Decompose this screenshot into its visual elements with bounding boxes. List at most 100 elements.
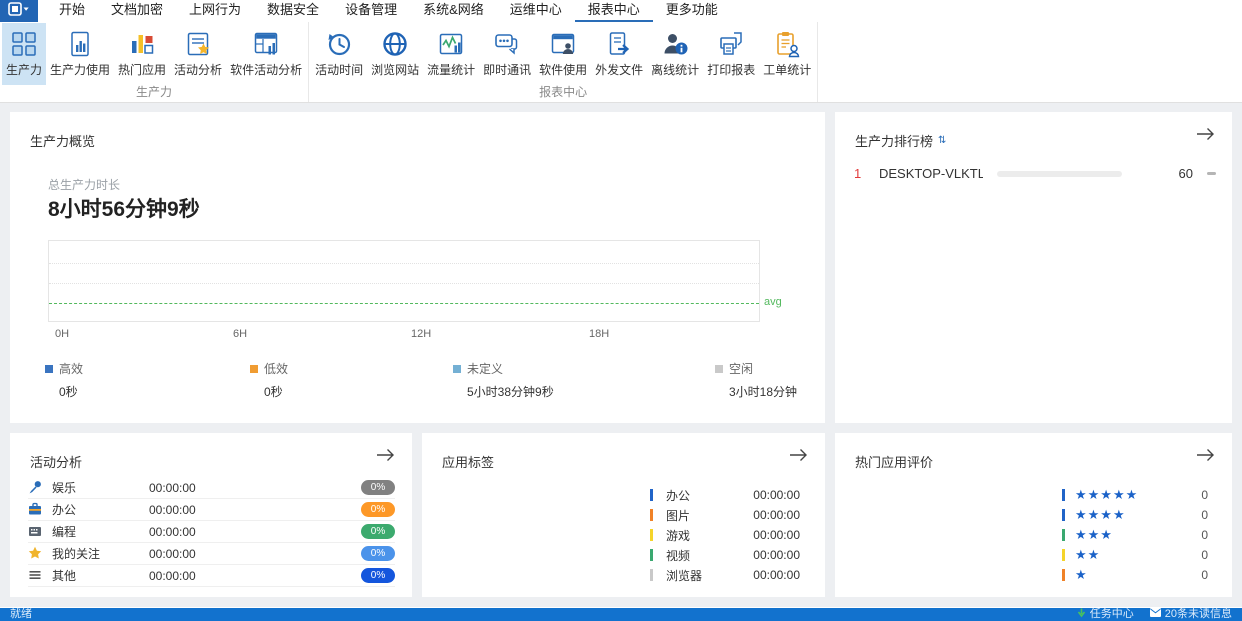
legend-value: 0秒 bbox=[264, 385, 283, 399]
ribbon-button-outgoing-files[interactable]: 外发文件 bbox=[591, 23, 647, 85]
panel-more-arrow[interactable] bbox=[1196, 127, 1216, 143]
ranking-row[interactable]: 1 DESKTOP-VLKTL... 60 bbox=[851, 166, 1216, 181]
panel-productivity-ranking: 生产力排行榜 ⇅ 1 DESKTOP-VLKTL... 60 bbox=[835, 112, 1232, 423]
panel-more-arrow[interactable] bbox=[376, 448, 396, 464]
legend-value: 0秒 bbox=[59, 385, 78, 399]
ribbon-button-label: 生产力 bbox=[6, 63, 43, 77]
menu-tab-device-management[interactable]: 设备管理 bbox=[332, 0, 410, 22]
panel-more-arrow[interactable] bbox=[789, 448, 809, 464]
panel-app-tags: 应用标签 办公 00:00:00 图片 00:00:00 游戏 00:00:00… bbox=[422, 433, 825, 597]
activity-percent-badge: 0% bbox=[361, 546, 395, 561]
chart-gridline bbox=[49, 263, 759, 265]
traffic-chart-icon bbox=[437, 30, 465, 58]
app-window: 开始 文档加密 上网行为 数据安全 设备管理 系统&网络 运维中心 报表中心 更… bbox=[0, 0, 1242, 621]
user-info-icon bbox=[661, 30, 689, 58]
score-value: 60 bbox=[1178, 166, 1193, 181]
ribbon-button-label: 流量统计 bbox=[427, 63, 476, 77]
menu-tab-ops-center[interactable]: 运维中心 bbox=[497, 0, 575, 22]
panel-title: 生产力概览 bbox=[30, 134, 96, 149]
activity-row-other[interactable]: 其他 00:00:00 0% bbox=[28, 565, 395, 587]
legend-swatch bbox=[715, 364, 723, 373]
ribbon-button-activity-time[interactable]: 活动时间 bbox=[311, 23, 367, 85]
ribbon-group-label: 生产力 bbox=[136, 85, 173, 99]
ribbon-button-hot-apps[interactable]: 热门应用 bbox=[114, 23, 170, 85]
activity-row-entertainment[interactable]: 娱乐 00:00:00 0% bbox=[28, 477, 395, 499]
rating-row-3-stars[interactable]: ★★★ 0 bbox=[1062, 525, 1208, 545]
app-tag-row-browser[interactable]: 浏览器 00:00:00 bbox=[650, 565, 800, 585]
globe-icon bbox=[381, 30, 409, 58]
menu-tab-report-center[interactable]: 报表中心 bbox=[574, 0, 653, 22]
rating-row-4-stars[interactable]: ★★★★ 0 bbox=[1062, 505, 1208, 525]
ribbon-button-browse-websites[interactable]: 浏览网站 bbox=[367, 23, 423, 85]
activity-percent-badge: 0% bbox=[361, 524, 395, 539]
rating-row-2-stars[interactable]: ★★ 0 bbox=[1062, 545, 1208, 565]
ribbon-button-label: 软件使用 bbox=[539, 63, 588, 77]
rating-count: 0 bbox=[1201, 528, 1208, 542]
legend-item-undefined: 未定义 5小时38分钟9秒 bbox=[453, 360, 554, 400]
ribbon-button-productivity-usage[interactable]: 生产力使用 bbox=[46, 23, 114, 85]
activity-row-my-focus[interactable]: 我的关注 00:00:00 0% bbox=[28, 543, 395, 565]
download-arrow-icon bbox=[1077, 608, 1086, 621]
app-tag-row-video[interactable]: 视频 00:00:00 bbox=[650, 545, 800, 565]
activity-time: 00:00:00 bbox=[149, 546, 196, 561]
ribbon-button-software-usage[interactable]: 软件使用 bbox=[535, 23, 591, 85]
x-tick: 18H bbox=[589, 328, 610, 340]
menu-tab-start[interactable]: 开始 bbox=[46, 0, 98, 22]
ribbon-group-label: 报表中心 bbox=[539, 85, 588, 99]
menu-tab-document-encryption[interactable]: 文档加密 bbox=[98, 0, 176, 22]
app-tag-row-games[interactable]: 游戏 00:00:00 bbox=[650, 525, 800, 545]
menu-tab-internet-behavior[interactable]: 上网行为 bbox=[176, 0, 254, 22]
ribbon-button-label: 工单统计 bbox=[763, 63, 812, 77]
menu-tab-data-security[interactable]: 数据安全 bbox=[254, 0, 332, 22]
legend-item-efficient: 高效 0秒 bbox=[45, 360, 83, 400]
activity-list: 娱乐 00:00:00 0% 办公 00:00:00 0% 编程 00:00:0… bbox=[28, 477, 395, 587]
star-icon bbox=[28, 546, 43, 561]
sort-icon[interactable]: ⇅ bbox=[938, 135, 946, 146]
ribbon-group-productivity: 生产力 生产力使用 热门应用 活动分析 软件活动分析 生产力 bbox=[0, 22, 310, 102]
window-user-icon bbox=[549, 30, 577, 58]
score-bar bbox=[997, 170, 1122, 177]
ribbon-button-label: 浏览网站 bbox=[371, 63, 420, 77]
rating-row-1-star[interactable]: ★ 0 bbox=[1062, 565, 1208, 585]
ribbon-button-work-order-stats[interactable]: 工单统计 bbox=[759, 23, 815, 85]
ribbon-button-traffic-stats[interactable]: 流量统计 bbox=[423, 23, 479, 85]
activity-time: 00:00:00 bbox=[149, 502, 196, 517]
ribbon-button-label: 生产力使用 bbox=[50, 63, 111, 77]
ribbon-button-activity-analysis[interactable]: 活动分析 bbox=[170, 23, 226, 85]
briefcase-icon bbox=[28, 502, 43, 517]
app-tag-row-office[interactable]: 办公 00:00:00 bbox=[650, 485, 800, 505]
document-star-icon bbox=[184, 30, 212, 58]
app-menu-button[interactable] bbox=[0, 0, 38, 22]
menu-tab-system-network[interactable]: 系统&网络 bbox=[410, 0, 497, 22]
activity-label: 编程 bbox=[52, 525, 77, 539]
rank-number: 1 bbox=[854, 166, 862, 181]
ribbon-button-offline-stats[interactable]: 离线统计 bbox=[647, 23, 703, 85]
rating-row-5-stars[interactable]: ★★★★★ 0 bbox=[1062, 485, 1208, 505]
activity-percent-badge: 0% bbox=[361, 480, 395, 495]
unread-messages-button[interactable]: 20条未读信息 bbox=[1149, 608, 1232, 621]
tag-color-bar bbox=[650, 529, 653, 541]
ribbon-button-label: 即时通讯 bbox=[483, 63, 532, 77]
chart-x-axis: 0H 6H 12H 18H bbox=[48, 328, 760, 342]
ribbon-button-instant-messaging[interactable]: 即时通讯 bbox=[479, 23, 535, 85]
ribbon-button-software-activity-analysis[interactable]: 软件活动分析 bbox=[226, 23, 306, 85]
total-productivity-value: 8小时56分钟9秒 bbox=[48, 198, 200, 221]
tag-time: 00:00:00 bbox=[753, 548, 800, 562]
ribbon-button-label: 离线统计 bbox=[651, 63, 700, 77]
task-center-label: 任务中心 bbox=[1089, 608, 1134, 620]
app-tag-row-pictures[interactable]: 图片 00:00:00 bbox=[650, 505, 800, 525]
activity-row-office[interactable]: 办公 00:00:00 0% bbox=[28, 499, 395, 521]
panel-more-arrow[interactable] bbox=[1196, 448, 1216, 464]
total-productivity-label: 总生产力时长 bbox=[48, 178, 121, 192]
chart-gridline bbox=[49, 283, 759, 285]
panel-activity-analysis: 活动分析 娱乐 00:00:00 0% 办公 00:00:00 0% 编程 00… bbox=[10, 433, 412, 597]
tag-time: 00:00:00 bbox=[753, 528, 800, 542]
ribbon-button-print-reports[interactable]: 打印报表 bbox=[703, 23, 759, 85]
activity-time: 00:00:00 bbox=[149, 480, 196, 495]
menu-tab-more-features[interactable]: 更多功能 bbox=[653, 0, 731, 22]
task-center-button[interactable]: 任务中心 bbox=[1077, 608, 1134, 621]
activity-row-programming[interactable]: 编程 00:00:00 0% bbox=[28, 521, 395, 543]
ribbon-button-productivity[interactable]: 生产力 bbox=[2, 23, 47, 85]
menu-tabs: 开始 文档加密 上网行为 数据安全 设备管理 系统&网络 运维中心 报表中心 更… bbox=[46, 0, 731, 22]
panel-hot-app-ratings: 热门应用评价 ★★★★★ 0 ★★★★ 0 ★★★ 0 ★★ 0 ★ 0 bbox=[835, 433, 1232, 597]
